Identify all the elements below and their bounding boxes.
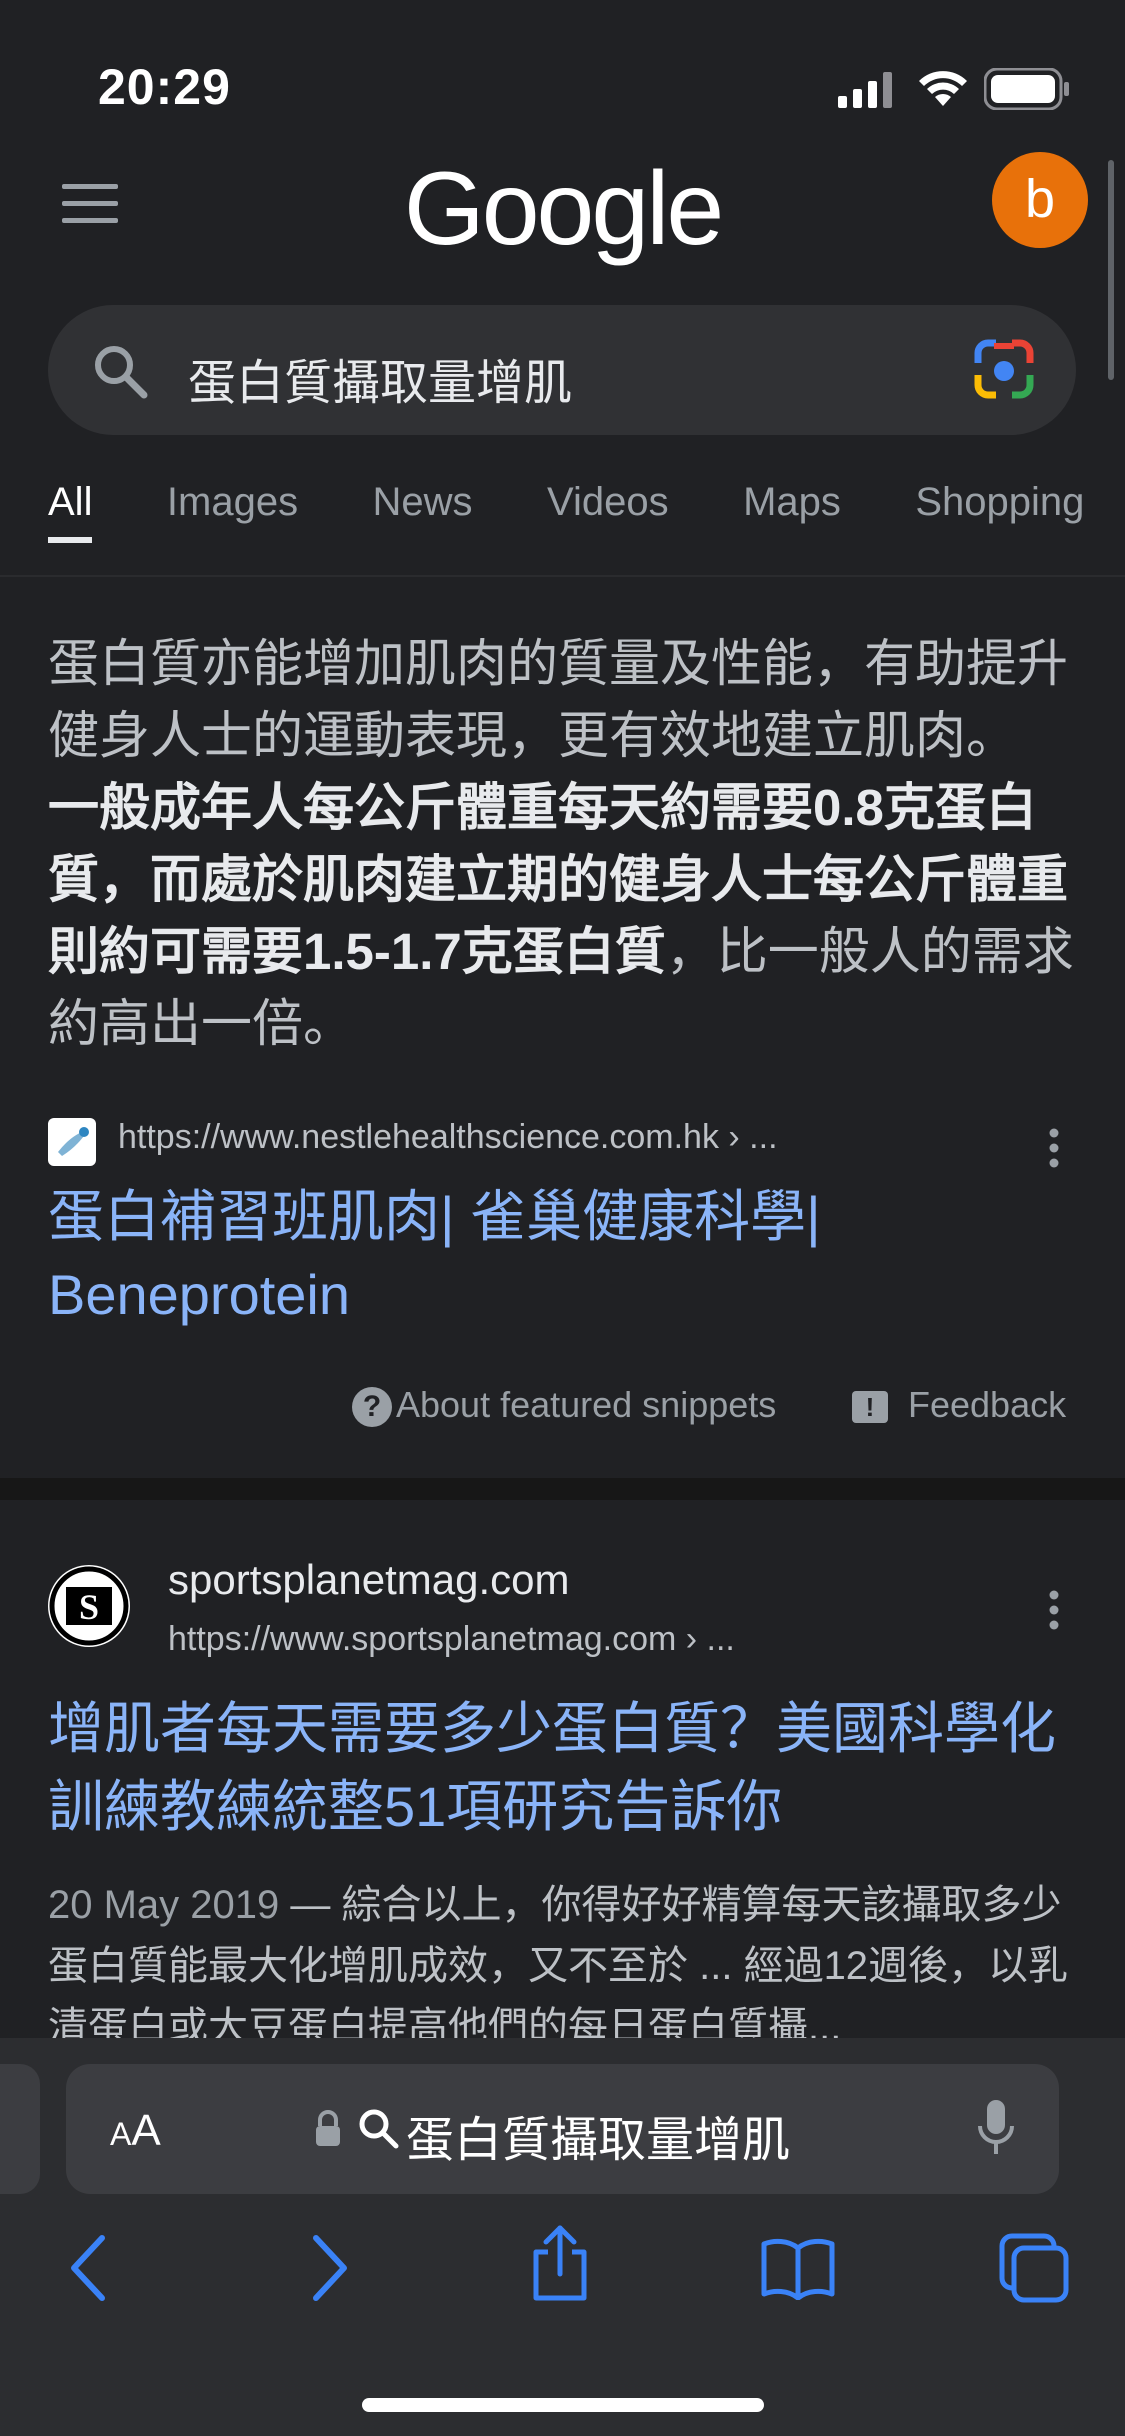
result-site-name[interactable]: sportsplanetmag.com [168, 1556, 570, 1604]
status-time: 20:29 [98, 59, 231, 115]
sportsplanet-favicon: S [48, 1565, 130, 1647]
more-options-icon[interactable] [1048, 1590, 1060, 1635]
search-tabs: All Images News Videos Maps Shopping [48, 480, 1125, 560]
tabs-divider [0, 575, 1125, 577]
microphone-icon[interactable] [976, 2098, 1016, 2165]
search-icon [356, 2104, 400, 2157]
google-logo[interactable]: Google [0, 150, 1125, 269]
more-options-icon[interactable] [1048, 1128, 1060, 1173]
nestle-favicon [48, 1118, 96, 1166]
battery-icon [983, 67, 1070, 115]
share-icon[interactable] [528, 2224, 592, 2309]
featured-snippet-text: 蛋白質亦能增加肌肉的質量及性能，有助提升健身人士的運動表現，更有效地建立肌肉。 … [48, 628, 1078, 1060]
address-text[interactable]: 蛋白質攝取量增肌 [406, 2100, 790, 2170]
snippet-source-url[interactable]: https://www.nestlehealthscience.com.hk ›… [118, 1118, 778, 1157]
result-description: 20 May 2019 — 綜合以上，你得好好精算每天該攝取多少蛋白質能最大化增… [48, 1875, 1088, 2058]
wifi-icon [916, 68, 970, 113]
address-bar[interactable]: AA 蛋白質攝取量增肌 [66, 2064, 1059, 2194]
scrollbar[interactable] [1108, 160, 1114, 380]
feedback-label: Feedback [908, 1384, 1067, 1425]
tab-news[interactable]: News [373, 480, 473, 525]
avatar[interactable]: b [992, 152, 1088, 248]
lock-icon [314, 2108, 342, 2153]
result-url[interactable]: https://www.sportsplanetmag.com › ... [168, 1620, 735, 1659]
help-icon: ? [352, 1387, 392, 1428]
feedback-icon: ! [852, 1391, 888, 1424]
reader-options-button[interactable]: AA [110, 2106, 161, 2156]
svg-text:S: S [79, 1587, 99, 1627]
tab-all[interactable]: All [48, 480, 93, 543]
result-date: 20 May 2019 [48, 1883, 280, 1927]
about-featured-snippets-link[interactable]: ? About featured snippets [352, 1384, 777, 1428]
bookmarks-icon[interactable] [760, 2236, 836, 2305]
feedback-link[interactable]: ! Feedback [852, 1384, 1066, 1426]
about-label: About featured snippets [396, 1384, 777, 1425]
back-icon[interactable] [64, 2232, 112, 2309]
result-title-link[interactable]: 增肌者每天需要多少蛋白質？美國科學化訓練教練統整51項研究告訴你 [48, 1690, 1088, 1846]
home-indicator[interactable] [362, 2398, 764, 2412]
tab-maps[interactable]: Maps [743, 480, 841, 525]
forward-icon[interactable] [306, 2232, 354, 2309]
cellular-signal-icon [838, 72, 896, 113]
tab-images[interactable]: Images [167, 480, 298, 525]
search-input[interactable]: 蛋白質攝取量增肌 [188, 343, 572, 413]
tab-videos[interactable]: Videos [547, 480, 669, 525]
tabs-icon[interactable] [998, 2232, 1070, 2309]
snippet-title-link[interactable]: 蛋白補習班肌肉| 雀巢健康科學| Beneprotein [48, 1178, 1078, 1334]
result-divider [0, 1478, 1125, 1500]
google-lens-icon[interactable] [972, 337, 1036, 406]
previous-tab-preview[interactable] [0, 2064, 40, 2194]
search-box[interactable]: 蛋白質攝取量增肌 [48, 305, 1076, 435]
tab-shopping[interactable]: Shopping [915, 480, 1084, 525]
snippet-text-part: 蛋白質亦能增加肌肉的質量及性能，有助提升健身人士的運動表現，更有效地建立肌肉。 [48, 635, 1069, 764]
search-icon[interactable] [92, 343, 148, 404]
